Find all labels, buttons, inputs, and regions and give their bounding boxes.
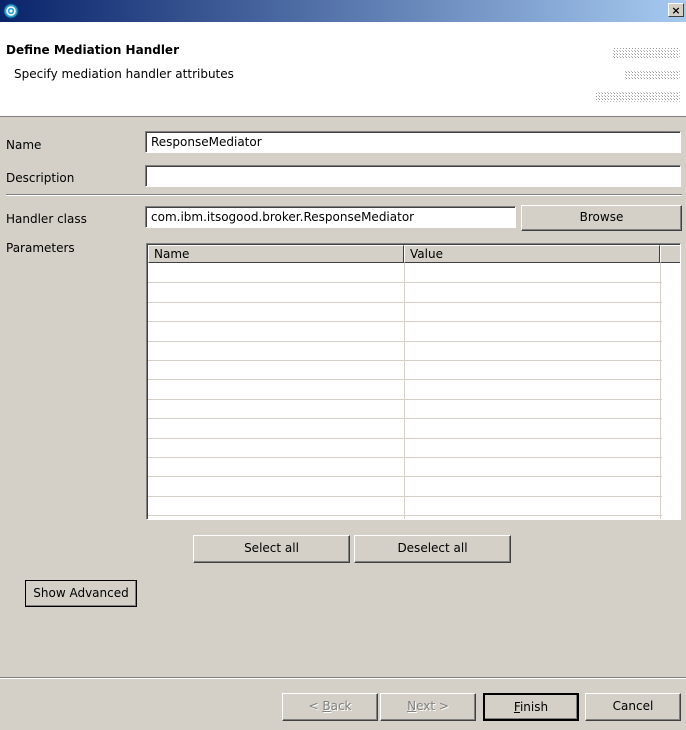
browse-button[interactable]: Browse xyxy=(521,205,682,231)
table-header: Name Value xyxy=(148,245,680,263)
next-label-rest: ext > xyxy=(416,699,449,713)
table-row-line xyxy=(148,515,662,517)
description-label: Description xyxy=(6,171,75,185)
form-separator xyxy=(6,194,682,196)
table-row-line xyxy=(148,418,662,420)
eclipse-wizard-icon xyxy=(3,3,19,19)
table-row-line xyxy=(148,457,662,458)
back-mnemonic: B xyxy=(322,699,331,713)
title-bar: × xyxy=(0,0,686,22)
table-row-line xyxy=(148,282,662,284)
table-row-line xyxy=(148,398,662,400)
next-button[interactable]: Next > xyxy=(380,693,476,721)
page-description: Specify mediation handler attributes xyxy=(14,67,234,81)
show-advanced-button[interactable]: Show Advanced xyxy=(25,580,137,607)
table-row-line xyxy=(148,379,662,381)
close-button[interactable]: × xyxy=(668,3,684,17)
back-button[interactable]: < Back xyxy=(282,693,378,721)
description-field[interactable] xyxy=(145,165,681,187)
table-row-line xyxy=(148,301,662,303)
table-column-line xyxy=(404,263,405,519)
table-row-line xyxy=(148,321,662,323)
back-prefix: < xyxy=(308,699,323,713)
finish-label-rest: inish xyxy=(519,700,549,714)
table-row-line xyxy=(148,340,662,342)
table-row-line xyxy=(148,437,662,439)
column-header-name[interactable]: Name xyxy=(148,245,404,263)
wizard-header: Define Mediation Handler Specify mediati… xyxy=(0,22,686,117)
back-label-rest: ack xyxy=(330,699,352,713)
next-mnemonic: N xyxy=(407,699,417,713)
table-row-line xyxy=(148,495,662,497)
table-column-line xyxy=(660,263,661,519)
handler-class-label: Handler class xyxy=(6,212,87,226)
column-header-value[interactable]: Value xyxy=(404,245,660,263)
wizard-banner-icon xyxy=(596,48,680,102)
deselect-all-button[interactable]: Deselect all xyxy=(354,535,511,563)
cancel-button[interactable]: Cancel xyxy=(585,693,681,721)
close-icon: × xyxy=(671,4,681,17)
table-row-line xyxy=(148,476,662,478)
handler-class-field[interactable]: com.ibm.itsogood.broker.ResponseMediator xyxy=(145,206,516,228)
parameters-table[interactable]: Name Value xyxy=(146,243,681,520)
select-all-button[interactable]: Select all xyxy=(193,535,350,563)
name-field[interactable]: ResponseMediator xyxy=(145,131,681,153)
table-row-line xyxy=(148,360,662,361)
finish-button[interactable]: Finish xyxy=(483,693,579,721)
footer-separator xyxy=(0,677,686,679)
column-header-filler xyxy=(660,245,680,263)
name-label: Name xyxy=(6,138,42,152)
parameters-label: Parameters xyxy=(6,241,75,255)
page-title: Define Mediation Handler xyxy=(6,43,179,57)
